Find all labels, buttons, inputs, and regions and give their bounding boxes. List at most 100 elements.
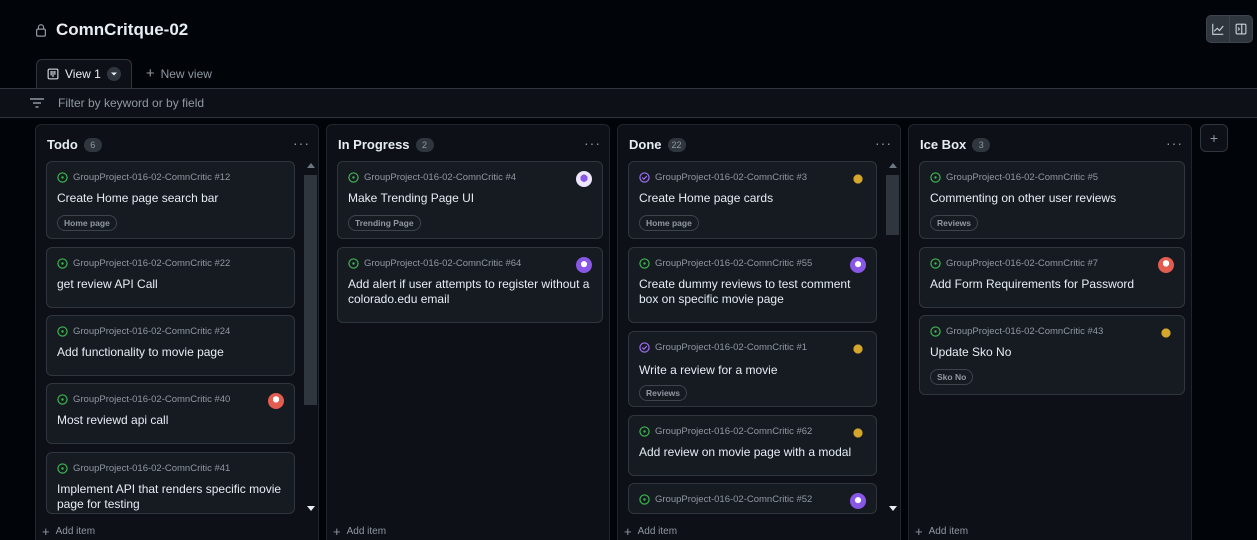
tab-view-1-label: View 1 — [65, 67, 101, 81]
new-view-button[interactable]: + New view — [132, 59, 226, 88]
column-ice-box: Ice Box 3 ··· GroupProject-016-02-ComnCr… — [908, 124, 1192, 540]
open-issue-icon — [930, 326, 941, 337]
card-label: Home page — [639, 215, 699, 231]
add-item-button[interactable]: + Add item — [624, 524, 677, 539]
open-issue-icon — [348, 172, 359, 183]
insights-icon — [1212, 23, 1224, 35]
assignee-avatar[interactable] — [850, 171, 866, 187]
card-repo: GroupProject-016-02-ComnCritic #62 — [639, 426, 812, 437]
filter-bar[interactable]: Filter by keyword or by field — [0, 88, 1257, 118]
add-item-button[interactable]: + Add item — [42, 524, 95, 539]
card-label: Home page — [57, 215, 117, 231]
assignee-avatar[interactable] — [850, 493, 866, 509]
column-scrollbar[interactable] — [304, 161, 317, 513]
card-label: Sko No — [930, 369, 974, 385]
assignee-avatar[interactable] — [576, 171, 592, 187]
card-label: Trending Page — [348, 215, 421, 231]
card-title: Make Trending Page UI — [348, 191, 475, 205]
column-header: Ice Box 3 — [920, 137, 991, 152]
board-icon — [47, 68, 59, 80]
assignee-avatar[interactable] — [576, 257, 592, 273]
issue-card[interactable]: GroupProject-016-02-ComnCritic #3 Create… — [628, 161, 877, 239]
side-panel-button[interactable] — [1230, 15, 1253, 43]
issue-card[interactable]: GroupProject-016-02-ComnCritic #1 Write … — [628, 331, 877, 407]
assignee-avatar[interactable] — [268, 393, 284, 409]
issue-card[interactable]: GroupProject-016-02-ComnCritic #52 — [628, 483, 877, 514]
insights-button[interactable] — [1206, 15, 1230, 43]
add-item-button[interactable]: + Add item — [915, 524, 968, 539]
issue-card[interactable]: GroupProject-016-02-ComnCritic #62 Add r… — [628, 415, 877, 476]
assignee-avatar[interactable] — [1158, 325, 1174, 341]
top-right-controls — [1206, 15, 1253, 43]
column-menu-icon[interactable]: ··· — [1166, 135, 1183, 151]
column-count: 22 — [667, 137, 686, 152]
issue-card[interactable]: GroupProject-016-02-ComnCritic #43 Updat… — [919, 315, 1185, 395]
new-view-label: New view — [160, 66, 212, 81]
card-repo: GroupProject-016-02-ComnCritic #7 — [930, 258, 1098, 269]
view-tabs: View 1 + New view — [36, 58, 226, 88]
plus-icon: + — [333, 524, 341, 539]
open-issue-icon — [639, 494, 650, 505]
column-count: 6 — [83, 137, 102, 152]
open-issue-icon — [930, 172, 941, 183]
add-item-button[interactable]: + Add item — [333, 524, 386, 539]
card-title: Create Home page search bar — [57, 191, 219, 205]
card-repo: GroupProject-016-02-ComnCritic #1 — [639, 342, 807, 353]
issue-card[interactable]: GroupProject-016-02-ComnCritic #40 Most … — [46, 383, 295, 444]
side-panel-icon — [1235, 23, 1247, 35]
card-title: Most reviewd api call — [57, 413, 169, 427]
card-title: Commenting on other user reviews — [930, 191, 1117, 205]
card-repo: GroupProject-016-02-ComnCritic #24 — [57, 326, 230, 337]
board: Todo 6 ··· GroupProject-016-02-ComnCriti… — [0, 118, 1257, 540]
open-issue-icon — [639, 258, 650, 269]
chevron-down-icon[interactable] — [106, 67, 121, 81]
card-repo: GroupProject-016-02-ComnCritic #4 — [348, 172, 516, 183]
card-title: Add alert if user attempts to register w… — [348, 277, 590, 306]
card-repo: GroupProject-016-02-ComnCritic #3 — [639, 172, 807, 183]
column-title: Ice Box — [920, 137, 967, 152]
issue-card[interactable]: GroupProject-016-02-ComnCritic #22 get r… — [46, 247, 295, 308]
scrollbar-thumb[interactable] — [304, 175, 317, 405]
scroll-down-icon[interactable] — [307, 506, 315, 511]
issue-card[interactable]: GroupProject-016-02-ComnCritic #41 Imple… — [46, 452, 295, 514]
column-menu-icon[interactable]: ··· — [584, 135, 601, 151]
assignee-avatar[interactable] — [850, 341, 866, 357]
issue-card[interactable]: GroupProject-016-02-ComnCritic #24 Add f… — [46, 315, 295, 376]
column-scrollbar[interactable] — [886, 161, 899, 513]
card-title: Create Home page cards — [639, 191, 774, 205]
issue-card[interactable]: GroupProject-016-02-ComnCritic #64 Add a… — [337, 247, 603, 323]
column-title: Todo — [47, 137, 78, 152]
add-column-button[interactable]: + — [1200, 124, 1228, 152]
card-title: Create dummy reviews to test comment box… — [639, 277, 851, 306]
issue-card[interactable]: GroupProject-016-02-ComnCritic #55 Creat… — [628, 247, 877, 323]
issue-card[interactable]: GroupProject-016-02-ComnCritic #4 Make T… — [337, 161, 603, 239]
assignee-avatar[interactable] — [850, 257, 866, 273]
open-issue-icon — [57, 258, 68, 269]
scroll-up-icon[interactable] — [889, 163, 897, 168]
column-menu-icon[interactable]: ··· — [293, 135, 310, 151]
card-repo: GroupProject-016-02-ComnCritic #55 — [639, 258, 812, 269]
issue-card[interactable]: GroupProject-016-02-ComnCritic #7 Add Fo… — [919, 247, 1185, 308]
card-title: Add Form Requirements for Password — [930, 277, 1135, 291]
issue-card[interactable]: GroupProject-016-02-ComnCritic #5 Commen… — [919, 161, 1185, 239]
scroll-up-icon[interactable] — [307, 163, 315, 168]
card-title: Add review on movie page with a modal — [639, 445, 852, 459]
column-in-progress: In Progress 2 ··· GroupProject-016-02-Co… — [326, 124, 610, 540]
closed-issue-icon — [639, 342, 650, 353]
column-menu-icon[interactable]: ··· — [875, 135, 892, 151]
column-todo: Todo 6 ··· GroupProject-016-02-ComnCriti… — [35, 124, 319, 540]
card-repo: GroupProject-016-02-ComnCritic #5 — [930, 172, 1098, 183]
assignee-avatar[interactable] — [1158, 257, 1174, 273]
closed-issue-icon — [639, 172, 650, 183]
filter-input[interactable]: Filter by keyword or by field — [58, 96, 204, 110]
issue-card[interactable]: GroupProject-016-02-ComnCritic #12 Creat… — [46, 161, 295, 239]
card-repo: GroupProject-016-02-ComnCritic #64 — [348, 258, 521, 269]
card-title: Write a review for a movie — [639, 363, 778, 377]
project-title: ComnCritque-02 — [34, 20, 188, 40]
scroll-down-icon[interactable] — [889, 506, 897, 511]
plus-icon: + — [145, 65, 155, 82]
assignee-avatar[interactable] — [850, 425, 866, 441]
scrollbar-thumb[interactable] — [886, 175, 899, 235]
tab-view-1[interactable]: View 1 — [36, 59, 132, 88]
project-title-text: ComnCritque-02 — [56, 20, 189, 39]
